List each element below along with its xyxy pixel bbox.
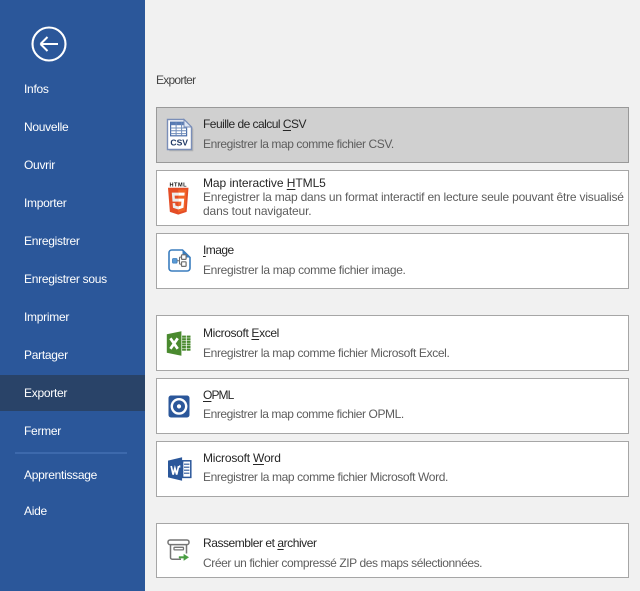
- svg-text:HTML: HTML: [170, 182, 188, 188]
- svg-text:CSV: CSV: [170, 137, 188, 147]
